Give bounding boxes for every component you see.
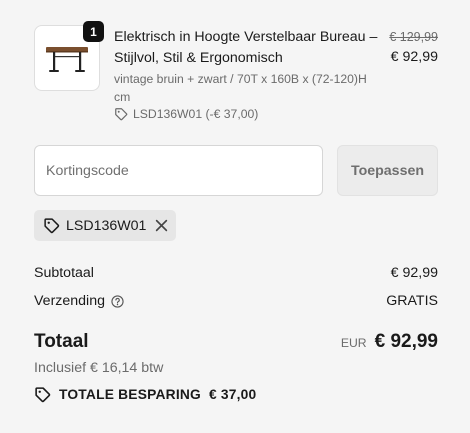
product-title: Elektrisch in Hoogte Verstelbaar Bureau … <box>114 29 378 66</box>
tax-note: Inclusief € 16,14 btw <box>34 360 164 376</box>
product-discount-label: LSD136W01 (-€ 37,00) <box>133 107 259 121</box>
shipping-label: Verzending <box>34 293 105 309</box>
currency-code: EUR <box>340 336 367 350</box>
original-price: € 129,99 <box>389 30 438 44</box>
product-info: Elektrisch in Hoogte Verstelbaar Bureau … <box>114 27 384 121</box>
shipping-value: GRATIS <box>386 293 438 309</box>
savings-value: € 37,00 <box>208 387 257 402</box>
shipping-row: Verzending GRATIS <box>34 292 438 310</box>
subtotal-row: Subtotaal € 92,99 <box>34 264 438 282</box>
quantity-badge: 1 <box>83 21 104 42</box>
sale-price: € 92,99 <box>390 49 438 65</box>
product-thumbnail-wrap: 1 <box>34 21 104 91</box>
subtotal-label: Subtotaal <box>34 265 94 281</box>
product-variant: vintage bruin + zwart / 70T x 160B x (72… <box>114 72 367 104</box>
remove-discount-button[interactable] <box>155 219 168 232</box>
total-amount-group: EUR € 92,99 <box>341 331 438 353</box>
shipping-label-group: Verzending <box>34 293 124 309</box>
apply-discount-button[interactable]: Toepassen <box>337 145 438 196</box>
applied-discount-code: LSD136W01 <box>66 217 147 234</box>
applied-discount-chip: LSD136W01 <box>34 210 176 241</box>
discount-code-input[interactable] <box>34 145 323 196</box>
help-circle-icon[interactable] <box>111 294 124 308</box>
subtotal-value: € 92,99 <box>390 265 438 281</box>
tag-icon <box>44 218 60 234</box>
product-prices: € 129,99 € 92,99 <box>389 27 438 68</box>
tag-icon <box>35 387 51 403</box>
close-icon[interactable] <box>155 219 168 232</box>
product-discount: LSD136W01 (-€ 37,00) <box>114 107 384 121</box>
tag-icon <box>115 108 128 121</box>
total-label: Totaal <box>34 331 89 352</box>
total-value: € 92,99 <box>374 331 438 352</box>
savings-label: TOTALE BESPARING <box>59 387 201 402</box>
standing-desk-icon <box>46 47 88 72</box>
cart-line-item: 1 Elektrisch in Hoogte Verstelbaar Burea… <box>34 21 438 121</box>
total-savings: TOTALE BESPARING € 37,00 <box>34 386 256 403</box>
total-row: Totaal EUR € 92,99 <box>34 329 438 355</box>
